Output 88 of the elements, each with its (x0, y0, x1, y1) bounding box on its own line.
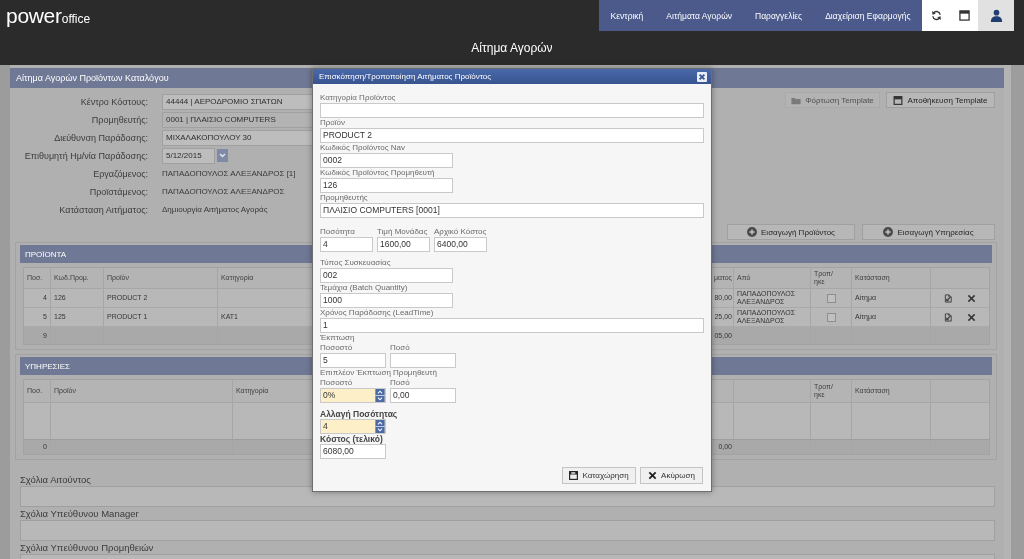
nav-link[interactable]: Διαχείριση Εφαρμογής (813, 0, 922, 31)
text-field[interactable] (390, 353, 456, 368)
text-field[interactable]: ΠΛΑΙΣΙΟ COMPUTERS [0001] (320, 203, 704, 218)
field-label: Προμηθευτής (320, 193, 368, 203)
text-field[interactable]: 0,00 (390, 388, 456, 403)
x-icon[interactable] (967, 312, 976, 322)
page-title: Αίτημα Αγορών (471, 41, 553, 55)
add-button[interactable]: Εισαγωγή Προϊόντος (727, 224, 855, 240)
x-icon (648, 471, 658, 480)
nav-link[interactable]: Αιτήματα Αγορών (654, 0, 744, 31)
spinner-arrows-icon[interactable] (375, 420, 385, 433)
scrollbar[interactable] (1004, 65, 1024, 559)
field-group-label: Επιπλέον Έκπτωση Προμηθευτή (320, 368, 437, 378)
date-field[interactable]: 5/12/2015 (162, 147, 215, 164)
dialog-button[interactable]: Ακύρωση (640, 467, 703, 484)
field-label: Τύπος Συσκευασίας (320, 258, 391, 268)
text-field[interactable]: 1600,00 (377, 237, 430, 252)
field-label: Ποσοστό (320, 378, 353, 388)
dialog-title: Επισκόπηση/Τροποποίηση Αιτήματος Προϊόντος (319, 72, 492, 81)
form-label: Κατάσταση Αιτήματος: (59, 204, 148, 215)
edit-icon[interactable] (944, 312, 953, 322)
dialog-button[interactable]: Καταχώρηση (562, 467, 636, 484)
field-label: Αλλαγή Ποσότητας (320, 409, 398, 419)
plus-circle-icon (747, 227, 757, 237)
form-value: ΠΑΠΑΔΟΠΟΥΛΟΣ ΑΛΕΞΑΝΔΡΟΣ (162, 187, 285, 196)
field-label: Κωδικός Προϊόντος Προμηθευτή (320, 168, 435, 178)
field-label: Ποσό (390, 378, 410, 388)
form-label: Διεύθυνση Παράδοσης: (54, 132, 148, 143)
field-label: Προϊόν (320, 118, 345, 128)
form-label: Εργαζόμενος: (93, 168, 148, 179)
x-icon[interactable] (967, 293, 976, 303)
field-label: Ποσοστό (320, 343, 353, 353)
field-label: Τιμή Μονάδας (377, 227, 428, 237)
text-field[interactable]: 1000 (320, 293, 453, 308)
text-field[interactable]: 6080,00 (320, 444, 386, 459)
folder-icon (791, 95, 802, 105)
field-label: Χρόνος Παράδοσης (LeadTime) (320, 308, 434, 318)
text-field[interactable]: PRODUCT 2 (320, 128, 704, 143)
text-field[interactable]: 0002 (320, 153, 453, 168)
field-label: Ποσότητα (320, 227, 355, 237)
field-group-label: Έκπτωση (320, 333, 355, 343)
refresh-button[interactable] (922, 0, 950, 31)
spinner-arrows-icon[interactable] (375, 389, 385, 402)
edit-icon[interactable] (944, 293, 953, 303)
text-field[interactable]: 5 (320, 353, 386, 368)
checkbox[interactable] (826, 293, 836, 303)
window-button[interactable] (950, 0, 978, 31)
save-icon (569, 471, 579, 480)
field-label: Αρχικό Κόστος (434, 227, 487, 237)
form-value: Δημιουργία Αιτήματος Αγοράς (162, 205, 268, 214)
form-value: ΠΑΠΑΔΟΠΟΥΛΟΣ ΑΛΕΞΑΝΔΡΟΣ [1] (162, 169, 296, 178)
number-spinner-field[interactable]: 4 (320, 419, 386, 434)
comment-field[interactable] (20, 520, 995, 541)
app-logo[interactable]: poweroffice (0, 5, 91, 26)
user-button[interactable] (978, 0, 1014, 31)
number-spinner-field[interactable]: 0% (320, 388, 386, 403)
add-button[interactable]: Εισαγωγή Υπηρεσίας (862, 224, 995, 240)
form-label: Επιθυμητή Ημ/νία Παράδοσης: (24, 150, 148, 161)
template-button[interactable]: Αποθήκευση Template (886, 92, 995, 108)
field-label: Κατηγορία Προϊόντος (320, 93, 396, 103)
text-field[interactable]: 1 (320, 318, 704, 333)
user-icon (989, 9, 1003, 22)
nav-link[interactable]: Κεντρική (599, 0, 655, 31)
section-title: ΠΡΟΪΟΝΤΑ (25, 249, 67, 259)
text-field[interactable]: 002 (320, 268, 453, 283)
field-label: Κόστος (τελικό) (320, 434, 383, 444)
close-icon[interactable] (697, 71, 707, 82)
panel-title: Αίτημα Αγορών Προϊόντων Καταλόγου (16, 73, 169, 83)
comment-label: Σχόλια Αιτούντος (20, 474, 91, 486)
form-label: Προμηθευτής: (91, 114, 148, 125)
window-icon (958, 10, 970, 21)
checkbox[interactable] (826, 312, 836, 322)
save-icon (893, 95, 904, 105)
form-label: Κέντρο Κόστους: (80, 96, 148, 107)
text-field[interactable]: 4 (320, 237, 373, 252)
field-label: Ποσό (390, 343, 410, 353)
text-field[interactable]: 6400,00 (434, 237, 487, 252)
chevron-down-icon[interactable] (217, 149, 228, 162)
section-title: ΥΠΗΡΕΣΙΕΣ (25, 361, 70, 371)
text-field[interactable] (320, 103, 704, 118)
field-label: Κωδικός Προϊόντος Nav (320, 143, 405, 153)
refresh-icon (930, 10, 942, 21)
nav-link[interactable]: Παραγγελίες (743, 0, 814, 31)
plus-circle-icon (883, 227, 894, 237)
comment-label: Σχόλια Υπεύθυνου Manager (20, 508, 139, 520)
text-field[interactable]: 126 (320, 178, 453, 193)
form-label: Προϊστάμενος: (89, 186, 148, 197)
comment-label: Σχόλια Υπεύθυνου Προμηθειών (20, 542, 154, 554)
